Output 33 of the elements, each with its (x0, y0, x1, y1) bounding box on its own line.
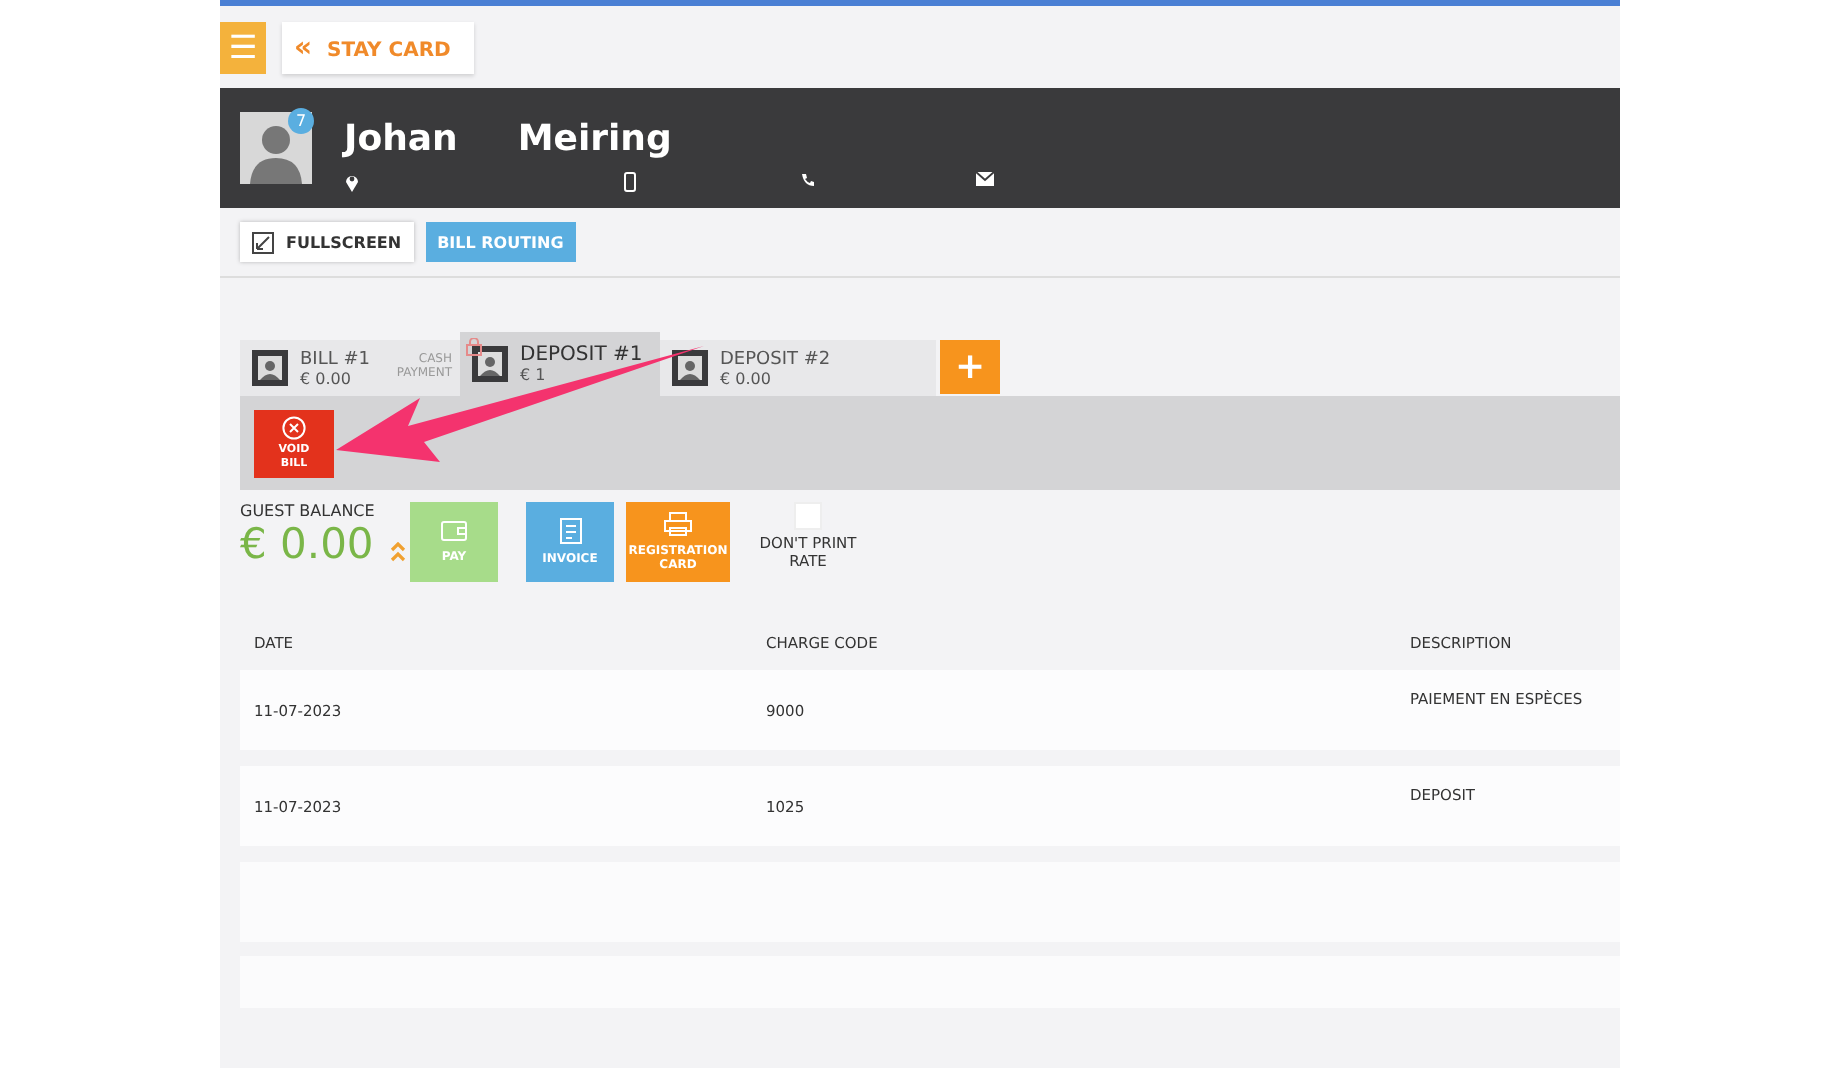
bill-amount: € 1 (520, 366, 548, 384)
printer-icon (664, 511, 692, 536)
double-chevron-up-icon[interactable] (389, 542, 406, 562)
bill-title: BILL #1 (300, 349, 370, 369)
menu-button[interactable]: ☰ (220, 21, 266, 73)
close-icon (282, 416, 306, 441)
stay-card-button[interactable]: « STAY CARD (282, 21, 475, 73)
phone-icon (800, 171, 816, 191)
location-pin-icon (344, 171, 360, 191)
mobile-phone-icon (624, 171, 636, 191)
first-name: Johan (344, 117, 458, 159)
balance-amount: € 0.00 (240, 520, 374, 568)
wallet-icon (440, 518, 468, 543)
fullscreen-button[interactable]: FULLSCREEN (240, 222, 414, 262)
fullscreen-icon (252, 231, 274, 253)
bill-amount: € 0.00 (300, 369, 353, 387)
bill-icon (672, 350, 708, 386)
bill-title: DEPOSIT #1 (520, 344, 643, 366)
bill-icon (252, 350, 288, 386)
bill-tab[interactable]: DEPOSIT #2 € 0.00 (660, 340, 936, 396)
notification-badge: 7 (288, 108, 314, 134)
bill-title: DEPOSIT #2 (720, 349, 831, 369)
document-icon (559, 517, 581, 544)
bill-routing-button[interactable]: BILL ROUTING (425, 222, 576, 262)
last-name: Meiring (517, 117, 672, 159)
balance-label: GUEST BALANCE (240, 502, 377, 520)
envelope-icon (976, 171, 994, 191)
avatar-icon (240, 112, 312, 184)
add-bill-button[interactable]: + (940, 340, 1000, 394)
lock-icon (466, 338, 482, 356)
bill-tab[interactable]: DEPOSIT #1 € 1 (460, 332, 660, 396)
bill-icon (472, 346, 508, 382)
bill-amount: € 0.00 (720, 369, 773, 387)
